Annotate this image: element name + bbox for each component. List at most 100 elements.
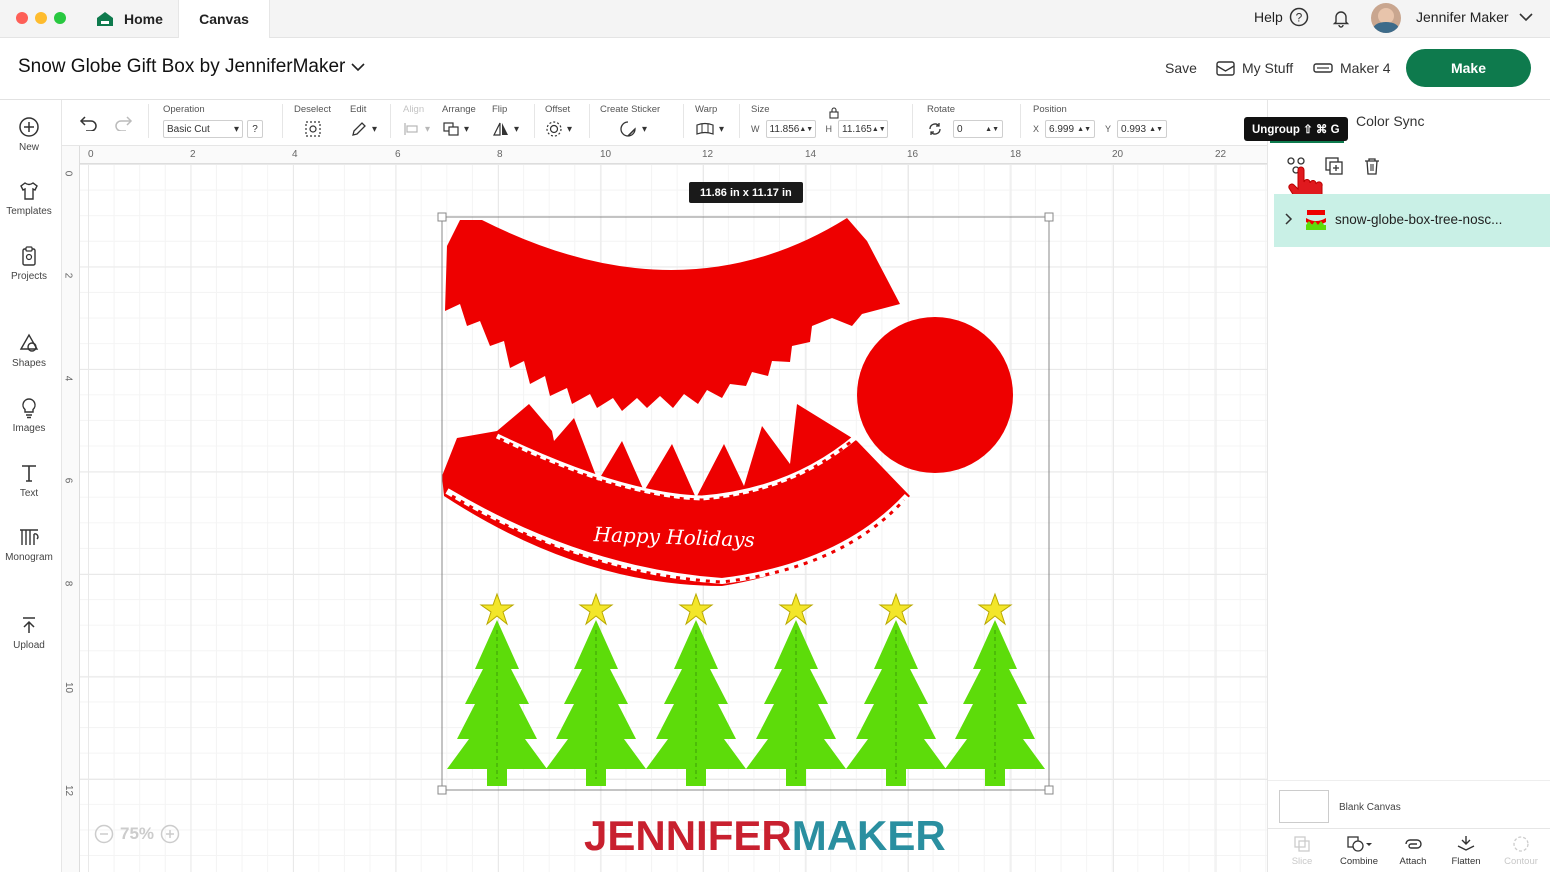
offset-icon xyxy=(546,121,562,137)
project-title-text: Snow Globe Gift Box by JenniferMaker xyxy=(18,56,346,77)
divider xyxy=(148,104,149,138)
sidebar-item-images[interactable]: Images xyxy=(0,397,58,434)
tree-shape[interactable] xyxy=(546,592,646,786)
deselect-button[interactable]: Deselect xyxy=(294,104,331,140)
lock-icon[interactable] xyxy=(829,107,839,119)
operation-help-button[interactable]: ? xyxy=(247,120,263,138)
blank-canvas-label: Blank Canvas xyxy=(1339,802,1401,813)
pencil-icon xyxy=(352,122,366,136)
chevron-right-icon[interactable] xyxy=(1285,213,1293,225)
selection-handle[interactable] xyxy=(1044,785,1054,795)
combine-button[interactable]: Combine xyxy=(1334,835,1384,867)
position-group: Position X 6.999 ▲▼ Y 0.993 ▲▼ xyxy=(1033,104,1168,140)
sidebar-item-monogram[interactable]: Monogram xyxy=(0,526,58,563)
layer-row[interactable]: snow-globe-box-tree-nosc... xyxy=(1274,194,1550,247)
tree-shape[interactable] xyxy=(846,592,946,786)
height-input[interactable]: 11.165 ▲▼ xyxy=(838,120,888,138)
selection-handle[interactable] xyxy=(1044,212,1054,222)
zoom-in-icon[interactable] xyxy=(160,824,180,844)
color-sync-tab[interactable]: Color Sync xyxy=(1356,113,1424,129)
stepper-icon: ▲▼ xyxy=(799,125,814,133)
tree-row[interactable] xyxy=(447,592,1045,786)
divider xyxy=(912,104,913,138)
sidebar-item-templates[interactable]: Templates xyxy=(0,180,58,217)
minimize-window-icon[interactable] xyxy=(35,12,47,24)
watermark-part-b: MAKER xyxy=(791,812,946,859)
help-text: ? xyxy=(252,123,258,135)
dropdown-arrow-icon: ▾ xyxy=(719,123,725,135)
make-label: Make xyxy=(1450,60,1487,76)
height-value: 11.165 xyxy=(842,123,872,135)
redo-icon[interactable] xyxy=(114,115,134,131)
close-window-icon[interactable] xyxy=(16,12,28,24)
tab-canvas[interactable]: Canvas xyxy=(178,0,270,38)
rotate-group: Rotate 0 ▲▼ xyxy=(927,104,1003,140)
text-icon xyxy=(22,465,36,482)
edit-button[interactable]: Edit ▾ xyxy=(350,104,377,140)
lid-top-circle[interactable] xyxy=(857,317,1013,473)
attach-button[interactable]: Attach xyxy=(1391,835,1435,867)
sidebar-item-shapes[interactable]: Shapes xyxy=(0,332,58,369)
rotate-input[interactable]: 0 ▲▼ xyxy=(953,120,1003,138)
machine-button[interactable]: Maker 4 xyxy=(1313,60,1391,76)
sidebar-item-text[interactable]: Text xyxy=(0,462,58,499)
align-icon xyxy=(404,123,418,135)
y-input[interactable]: 0.993 ▲▼ xyxy=(1117,120,1168,138)
blank-canvas-row[interactable]: Blank Canvas xyxy=(1268,780,1550,828)
tab-home[interactable]: Home xyxy=(84,0,175,38)
sidebar-item-upload[interactable]: Upload xyxy=(0,614,58,651)
tab-home-label: Home xyxy=(124,11,163,27)
create-sticker-button[interactable]: Create Sticker ▾ xyxy=(600,104,660,140)
flip-button[interactable]: Flip ▾ xyxy=(492,104,519,140)
position-label: Position xyxy=(1033,104,1067,115)
contour-icon xyxy=(1513,836,1529,852)
offset-button[interactable]: Offset ▾ xyxy=(545,104,572,140)
tree-shape[interactable] xyxy=(945,592,1045,786)
bell-icon[interactable] xyxy=(1331,8,1351,28)
bulb-icon xyxy=(22,398,36,419)
sidebar-item-projects[interactable]: Projects xyxy=(0,245,58,282)
help-icon: ? xyxy=(1289,7,1309,27)
my-stuff-button[interactable]: My Stuff xyxy=(1216,60,1293,76)
deselect-label: Deselect xyxy=(294,104,331,115)
undo-icon[interactable] xyxy=(78,115,98,131)
width-input[interactable]: 11.856 ▲▼ xyxy=(765,120,816,138)
user-menu[interactable]: Jennifer Maker xyxy=(1416,9,1533,25)
stepper-icon: ▲▼ xyxy=(871,125,886,133)
selection-handle[interactable] xyxy=(437,785,447,795)
flatten-button[interactable]: Flatten xyxy=(1444,835,1488,867)
blank-canvas-swatch[interactable] xyxy=(1279,790,1329,823)
x-value: 6.999 xyxy=(1049,123,1075,135)
help-button[interactable]: Help ? xyxy=(1254,7,1309,27)
project-title[interactable]: Snow Globe Gift Box by JenniferMaker xyxy=(18,56,365,78)
selection-handle[interactable] xyxy=(437,212,447,222)
lid-band-shape[interactable] xyxy=(445,218,900,411)
warp-button[interactable]: Warp ▾ xyxy=(695,104,724,140)
make-button[interactable]: Make xyxy=(1406,49,1531,87)
tree-shape[interactable] xyxy=(746,592,846,786)
zoom-out-icon[interactable] xyxy=(94,824,114,844)
slice-button[interactable]: Slice xyxy=(1282,835,1322,867)
contour-button[interactable]: Contour xyxy=(1498,835,1544,867)
design-artwork[interactable]: Happy Holidays xyxy=(62,146,1267,872)
trash-icon[interactable] xyxy=(1362,156,1382,176)
design-canvas[interactable]: 0 2 4 6 8 10 12 14 16 18 20 22 0 2 4 6 8… xyxy=(62,146,1267,872)
arrange-button[interactable]: Arrange ▾ xyxy=(442,104,476,140)
align-label: Align xyxy=(403,104,425,115)
sidebar-label: Monogram xyxy=(5,552,53,563)
dropdown-arrow-icon: ▾ xyxy=(464,123,470,135)
sticker-icon xyxy=(620,121,636,137)
operation-select[interactable]: Basic Cut ▾ xyxy=(163,120,243,138)
tree-shape[interactable] xyxy=(447,592,547,786)
x-input[interactable]: 6.999 ▲▼ xyxy=(1045,120,1096,138)
save-button[interactable]: Save xyxy=(1165,60,1197,76)
sidebar-label: Text xyxy=(19,488,39,499)
divider xyxy=(390,104,391,138)
align-button[interactable]: Align ▾ xyxy=(403,104,430,140)
duplicate-icon[interactable] xyxy=(1324,156,1346,176)
avatar[interactable] xyxy=(1371,3,1401,33)
warp-icon xyxy=(696,122,714,135)
tree-shape[interactable] xyxy=(646,592,746,786)
sidebar-item-new[interactable]: New xyxy=(0,116,58,153)
maximize-window-icon[interactable] xyxy=(54,12,66,24)
